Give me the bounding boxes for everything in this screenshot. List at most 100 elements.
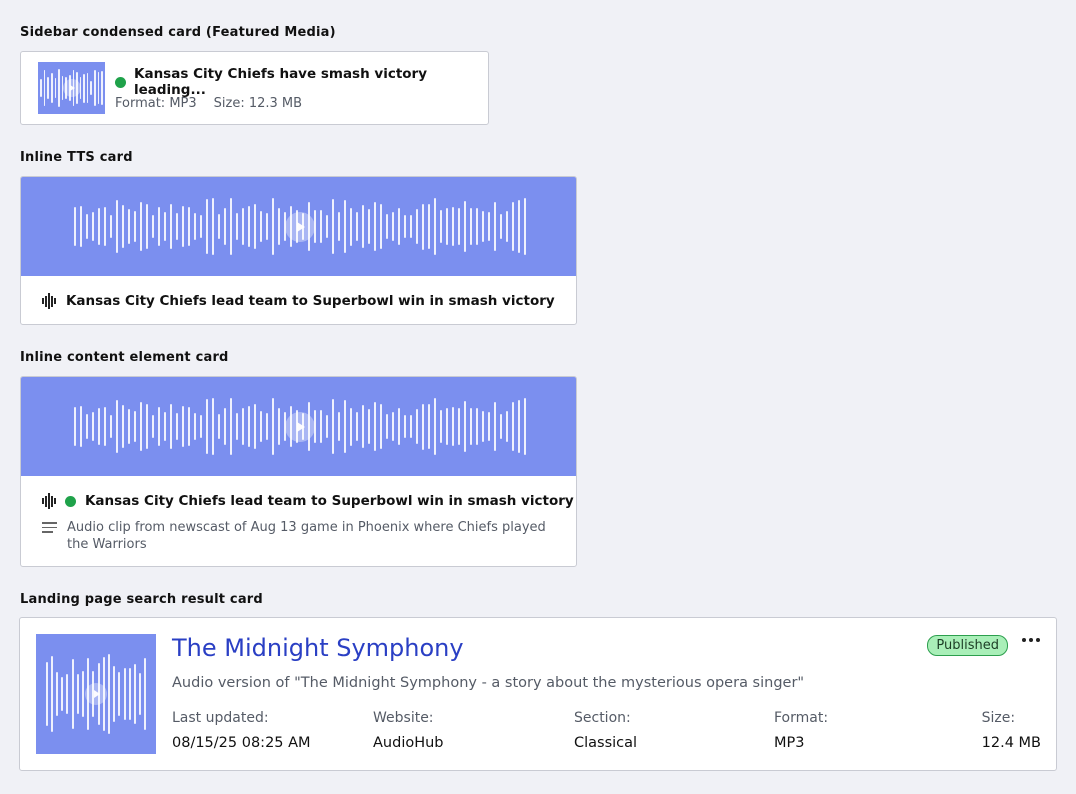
waveform-bar (45, 662, 48, 726)
field-value: AudioHub (373, 735, 444, 751)
waveform-bar (47, 76, 49, 100)
status-dot-icon (115, 76, 126, 88)
waveform-bar (199, 415, 202, 438)
audio-icon-bar (48, 493, 50, 509)
waveform-bar (169, 403, 172, 450)
play-icon[interactable] (284, 211, 315, 242)
audio-icon-bar (45, 295, 47, 307)
waveform-bar (101, 70, 103, 106)
waveform-bar (325, 214, 328, 239)
waveform-bar (433, 198, 436, 255)
inline-tts-card[interactable]: Kansas City Chiefs lead team to Superbow… (20, 176, 577, 325)
waveform-bar (385, 413, 388, 440)
search-result-card[interactable]: The Midnight Symphony Audio version of "… (19, 617, 1057, 771)
audio-thumbnail[interactable] (36, 634, 156, 754)
card-title[interactable]: Kansas City Chiefs lead team to Superbow… (85, 493, 574, 509)
sidebar-condensed-card[interactable]: Kansas City Chiefs have smash victory le… (20, 51, 489, 125)
waveform-bar (157, 206, 160, 247)
waveform-bar (265, 413, 268, 440)
waveform-bar (511, 401, 514, 452)
waveform-bar (86, 72, 89, 104)
waveform-bar (133, 411, 136, 442)
waveform-bar (445, 408, 448, 445)
waveform-bar (90, 81, 93, 95)
waveform-bar (144, 658, 147, 730)
waveform-bar (217, 414, 220, 439)
card-title[interactable]: Kansas City Chiefs lead team to Superbow… (66, 293, 555, 309)
waveform-bar (235, 412, 238, 441)
waveform-bar (463, 400, 466, 453)
waveform-bar (61, 676, 64, 712)
waveform-bar (145, 403, 148, 450)
waveform-bar (123, 667, 126, 721)
waveform-bar (85, 414, 88, 439)
waveform-bar (247, 406, 250, 447)
waveform-bar (187, 207, 190, 246)
waveform-bar (128, 667, 131, 721)
play-icon[interactable] (284, 411, 315, 442)
waveform-bar (73, 207, 76, 246)
waveform-bar (343, 399, 346, 454)
waveform-bar (121, 405, 124, 448)
result-title-link[interactable]: The Midnight Symphony (172, 634, 464, 662)
audio-icon-bar (48, 293, 50, 309)
waveform-bar (229, 198, 232, 255)
description-icon (42, 522, 57, 533)
waveform-bar (127, 408, 130, 445)
waveform-bar (397, 407, 400, 446)
waveform-bar (259, 211, 262, 242)
waveform-bar (397, 207, 400, 246)
audio-banner[interactable] (21, 377, 576, 476)
waveform-bar (85, 214, 88, 239)
waveform-bar (451, 407, 454, 446)
waveform-bar (50, 73, 53, 103)
waveform-bar (235, 212, 238, 241)
audio-icon-bar (54, 298, 56, 304)
waveform-bar (349, 207, 352, 246)
waveform-bar (151, 414, 154, 439)
waveform-bar (187, 407, 190, 446)
waveform-bar (97, 208, 100, 245)
waveform-bar (56, 671, 59, 717)
audio-banner[interactable] (21, 177, 576, 276)
waveform-bar (481, 211, 484, 242)
waveform-bar (40, 78, 42, 98)
card-title[interactable]: Kansas City Chiefs have smash victory le… (134, 66, 488, 98)
audio-icon-bar (51, 295, 53, 307)
waveform-bar (127, 208, 130, 245)
section-title-inline-tts: Inline TTS card (20, 150, 133, 165)
audio-waveform-icon (42, 493, 56, 509)
audio-thumbnail[interactable] (38, 62, 105, 114)
waveform-bar (133, 664, 136, 724)
waveform-bar (259, 411, 262, 442)
waveform-bar (493, 402, 496, 451)
waveform-bar (139, 672, 142, 716)
section-title-inline-content: Inline content element card (20, 350, 229, 365)
waveform-bar (277, 207, 280, 246)
inline-content-card[interactable]: Kansas City Chiefs lead team to Superbow… (20, 376, 577, 567)
audio-icon-bar (42, 298, 44, 304)
waveform-bar (205, 398, 208, 455)
waveform-bar (499, 413, 502, 440)
play-icon[interactable] (85, 683, 107, 705)
waveform-bar (169, 203, 172, 250)
waveform-bar (403, 214, 406, 239)
waveform-bar (109, 214, 112, 239)
waveform-bar (463, 200, 466, 253)
waveform-bar (253, 403, 256, 450)
waveform-bar (523, 398, 526, 455)
section-title-landing: Landing page search result card (20, 592, 263, 607)
field-label: Website: (373, 710, 434, 726)
waveform-bar (211, 398, 214, 455)
more-horizontal-icon[interactable] (1022, 633, 1040, 647)
play-icon[interactable] (62, 79, 81, 97)
waveform-bar (415, 208, 418, 245)
waveform-bar (337, 211, 340, 242)
waveform-bar (487, 411, 490, 442)
waveform-bar (211, 198, 214, 255)
waveform-bar (487, 211, 490, 242)
waveform-bar (319, 209, 322, 244)
waveform-bar (427, 204, 430, 249)
waveform-bar (385, 213, 388, 240)
waveform-bar (343, 199, 346, 254)
